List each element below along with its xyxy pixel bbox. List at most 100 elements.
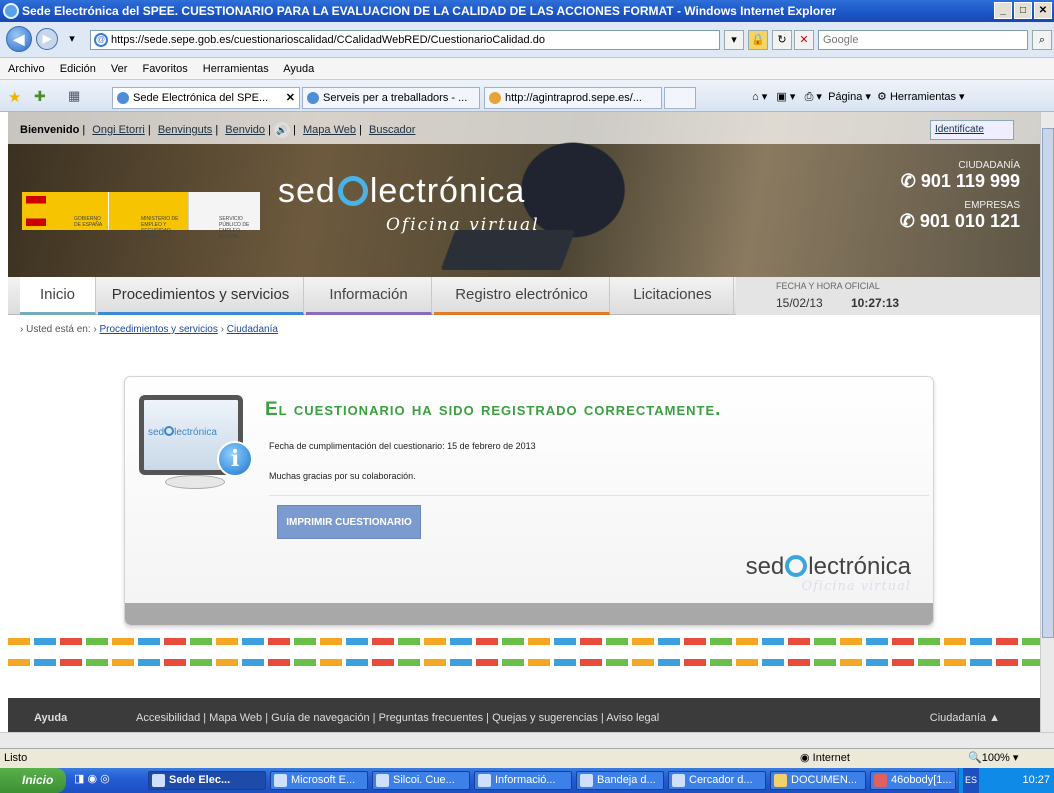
lang-eu-link[interactable]: Ongi Etorri	[92, 124, 145, 136]
system-tray: ES 10:27	[958, 768, 1054, 793]
nav-registro[interactable]: Registro electrónico	[434, 277, 610, 315]
task-informacio[interactable]: Informació...	[474, 771, 572, 790]
task-excel[interactable]: Microsoft E...	[270, 771, 368, 790]
print-icon[interactable]: ⎙ ▾	[805, 91, 822, 103]
logo-e-icon	[785, 555, 808, 577]
horizontal-scrollbar[interactable]	[0, 732, 1054, 748]
address-input[interactable]: @ https://sede.sepe.gob.es/cuestionarios…	[90, 30, 720, 50]
decorative-chain	[8, 638, 1040, 666]
lock-icon[interactable]: 🔒	[748, 30, 768, 50]
task-cercador[interactable]: Cercador d...	[668, 771, 766, 790]
tools-menu[interactable]: ⚙ Herramientas ▾	[877, 91, 965, 103]
search-input[interactable]: Google	[818, 30, 1028, 50]
status-text: Listo	[4, 752, 28, 764]
menu-ayuda[interactable]: Ayuda	[283, 63, 314, 75]
welcome-text: Bienvenido	[20, 124, 80, 136]
quicklaunch-icons[interactable]: ◨ ◉ ◎	[74, 772, 110, 785]
buscador-link[interactable]: Buscador	[369, 124, 415, 136]
footer-links[interactable]: Accesibilidad | Mapa Web | Guía de naveg…	[136, 712, 659, 724]
breadcrumb-procedimientos[interactable]: Procedimientos y servicios	[99, 324, 217, 335]
internet-zone: ◉ Internet	[800, 752, 850, 764]
new-tab-button[interactable]	[664, 87, 696, 109]
menu-favoritos[interactable]: Favoritos	[142, 63, 187, 75]
menu-edicion[interactable]: Edición	[60, 63, 96, 75]
tab-favicon	[489, 92, 501, 104]
card-logo: sed lectrónica	[745, 553, 911, 580]
add-favorite-icon[interactable]: ✚	[34, 88, 46, 105]
identify-link[interactable]: Identifícate	[930, 120, 1014, 140]
window-title-bar: Sede Electrónica del SPEE. CUESTIONARIO …	[0, 0, 1054, 22]
tab-serveis[interactable]: Serveis per a treballadors - ...	[302, 87, 480, 109]
quick-tabs-icon[interactable]: ▦	[68, 88, 80, 104]
nav-licitaciones[interactable]: Licitaciones	[612, 277, 734, 315]
tab-agintraprod[interactable]: http://agintraprod.sepe.es/...	[484, 87, 662, 109]
vertical-scrollbar[interactable]	[1040, 112, 1054, 732]
audio-icon[interactable]: 🔊	[274, 122, 291, 138]
ministerio-logo: MINISTERIO DE EMPLEO Y SEGURIDAD SOCIAL	[108, 192, 188, 240]
close-button[interactable]: ✕	[1034, 2, 1052, 19]
sede-logo[interactable]: sed lectrónica	[278, 172, 525, 211]
tab-favicon	[307, 92, 319, 104]
url-text: https://sede.sepe.gob.es/cuestionariosca…	[111, 34, 545, 46]
home-icon[interactable]: ⌂ ▾	[752, 91, 767, 103]
url-dropdown-icon[interactable]: ▾	[724, 30, 744, 50]
lang-gl-link[interactable]: Benvido	[225, 124, 265, 136]
menu-archivo[interactable]: Archivo	[8, 63, 45, 75]
address-toolbar: ◀ ▶ ▾ @ https://sede.sepe.gob.es/cuestio…	[0, 22, 1054, 58]
minimize-button[interactable]: _	[994, 2, 1012, 19]
tab-label: http://agintraprod.sepe.es/...	[505, 92, 642, 104]
clock-label: FECHA Y HORA OFICIAL	[776, 281, 880, 291]
start-button[interactable]: Inicio	[0, 768, 66, 793]
task-documentos[interactable]: DOCUMEN...	[770, 771, 866, 790]
menu-ver[interactable]: Ver	[111, 63, 128, 75]
task-bandeja[interactable]: Bandeja d...	[576, 771, 664, 790]
zoom-level[interactable]: 🔍100% ▾	[968, 749, 1018, 767]
page-menu[interactable]: Página ▾	[828, 91, 871, 103]
thanks-text: Muchas gracias por su colaboración.	[269, 471, 416, 481]
official-clock: FECHA Y HORA OFICIAL 15/02/13 10:27:13	[736, 277, 1040, 315]
menu-herramientas[interactable]: Herramientas	[203, 63, 269, 75]
gobierno-logo: GOBIERNO DE ESPAÑA	[22, 192, 108, 230]
nav-inicio[interactable]: Inicio	[20, 277, 96, 315]
search-placeholder: Google	[823, 34, 859, 46]
favorites-star-icon[interactable]: ★	[8, 88, 21, 106]
task-pdf[interactable]: 46obody[1...	[870, 771, 956, 790]
task-silcoi[interactable]: Silcoi. Cue...	[372, 771, 470, 790]
maximize-button[interactable]: □	[1014, 2, 1032, 19]
tab-sede[interactable]: Sede Electrónica del SPE... ✕	[112, 87, 300, 109]
tab-favicon	[117, 92, 129, 104]
confirmation-card: sed lectrónica i El cuestionario ha sido …	[124, 376, 934, 626]
back-button[interactable]: ◀	[6, 26, 32, 52]
monitor-stand	[165, 475, 225, 489]
nav-procedimientos[interactable]: Procedimientos y servicios	[98, 277, 304, 315]
feeds-icon[interactable]: ▣ ▾	[776, 91, 795, 103]
logo-e-icon	[337, 176, 368, 206]
breadcrumb: › Usted está en: › Procedimientos y serv…	[20, 324, 278, 335]
search-icon[interactable]: ⌕	[1032, 30, 1052, 50]
language-indicator[interactable]: ES	[963, 768, 980, 793]
globe-icon: @	[94, 33, 108, 47]
tab-close-icon[interactable]: ✕	[286, 88, 295, 108]
print-questionnaire-button[interactable]: IMPRIMIR CUESTIONARIO	[277, 505, 421, 539]
stop-icon[interactable]: ✕	[794, 30, 814, 50]
phone-icon: ✆	[899, 211, 920, 231]
divider	[269, 495, 929, 496]
footer-help-link[interactable]: Ayuda	[34, 712, 67, 724]
refresh-icon[interactable]: ↻	[772, 30, 792, 50]
footer-ciudadania-link[interactable]: Ciudadanía ▲	[930, 712, 1000, 724]
task-sede[interactable]: Sede Elec...	[148, 771, 266, 790]
lang-ca-link[interactable]: Benvinguts	[158, 124, 212, 136]
logo-tagline: Oficina virtual	[386, 215, 540, 235]
forward-button[interactable]: ▶	[36, 28, 58, 50]
mapa-web-link[interactable]: Mapa Web	[303, 124, 356, 136]
breadcrumb-ciudadania[interactable]: Ciudadanía	[227, 324, 278, 335]
phone-ciudadania: ✆ 901 119 999	[900, 171, 1020, 191]
main-nav: Inicio Procedimientos y servicios Inform…	[8, 277, 1040, 315]
menu-bar: Archivo Edición Ver Favoritos Herramient…	[0, 58, 1054, 80]
clock-time: 10:27:13	[851, 296, 900, 310]
taskbar: Inicio ◨ ◉ ◎ Sede Elec... Microsoft E...…	[0, 768, 1054, 793]
globe-icon: ◉	[800, 752, 813, 764]
history-dropdown-icon[interactable]: ▾	[64, 30, 80, 50]
tab-label: Sede Electrónica del SPE...	[133, 92, 269, 104]
nav-informacion[interactable]: Información	[306, 277, 432, 315]
